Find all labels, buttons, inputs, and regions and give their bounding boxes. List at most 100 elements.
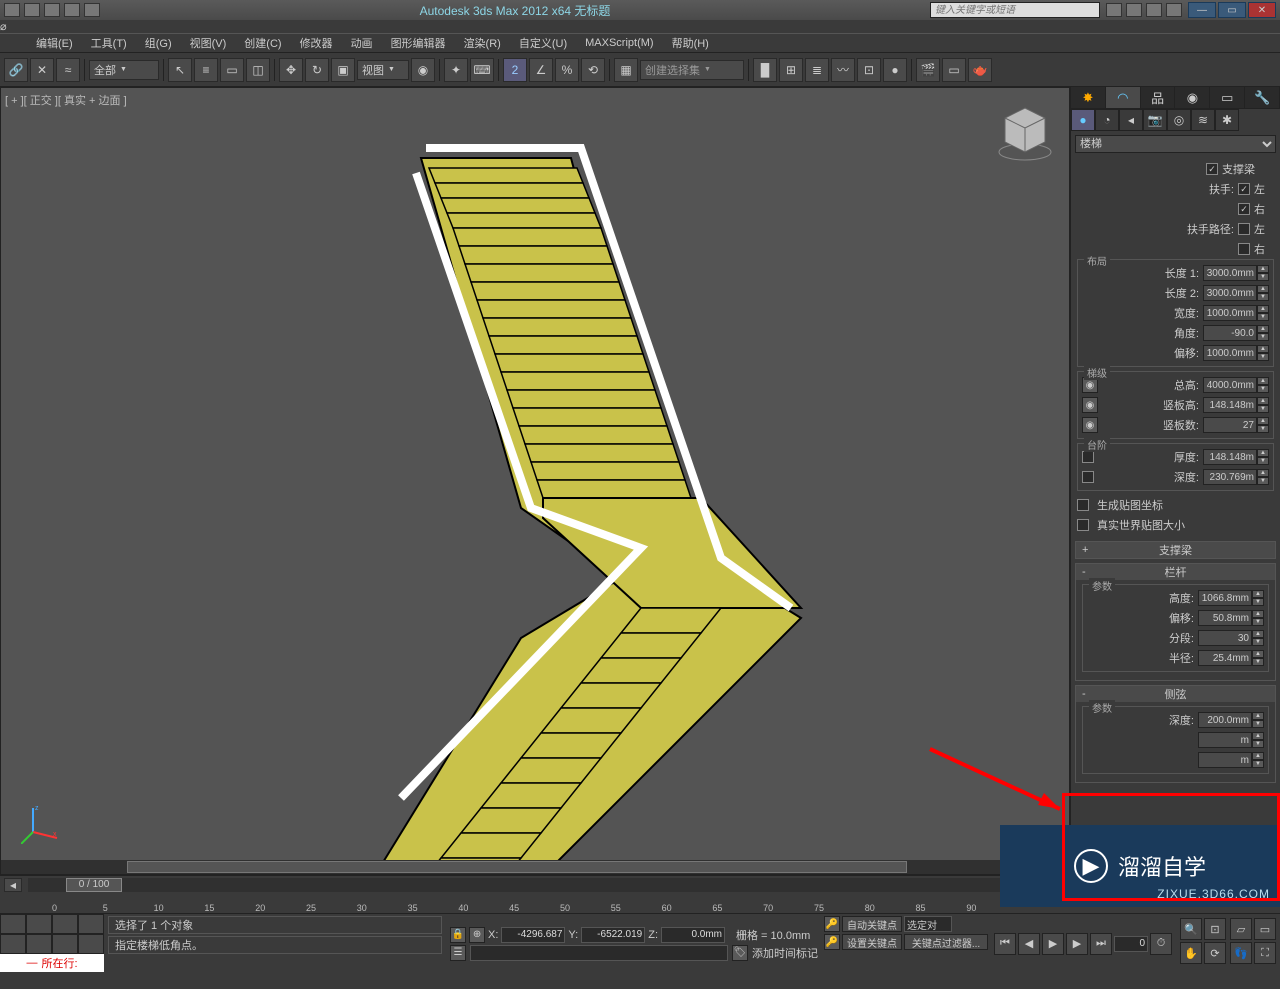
new-icon[interactable] (4, 3, 20, 17)
subtab-spacewarps-icon[interactable]: ≋ (1191, 109, 1215, 131)
time-tag-icon[interactable]: 🏷 (732, 945, 748, 961)
lock-count-icon[interactable]: ◉ (1082, 417, 1098, 433)
input-step-depth[interactable] (1203, 469, 1257, 485)
check-step-depth[interactable] (1082, 471, 1094, 483)
maximize-viewport-icon[interactable]: ⛶ (1254, 942, 1276, 964)
undo-icon[interactable] (64, 3, 80, 17)
status-btn-2[interactable] (26, 914, 52, 934)
menu-maxscript[interactable]: MAXScript(M) (585, 37, 653, 49)
render-setup-icon[interactable]: 🎬 (916, 58, 940, 82)
material-editor-icon[interactable]: ● (883, 58, 907, 82)
fov-icon[interactable]: ▱ (1230, 918, 1252, 940)
layers-icon[interactable]: ≣ (805, 58, 829, 82)
tab-utilities-icon[interactable]: 🔧 (1245, 87, 1280, 108)
pan-icon[interactable]: ✋ (1180, 942, 1202, 964)
input-total-height[interactable] (1203, 377, 1257, 393)
status-btn-7[interactable] (52, 934, 78, 954)
minimize-button[interactable]: — (1188, 2, 1216, 18)
key-lock-icon[interactable]: 🔑 (824, 916, 840, 932)
coord-x[interactable] (501, 927, 565, 943)
select-icon[interactable]: ↖ (168, 58, 192, 82)
redo-icon[interactable] (84, 3, 100, 17)
angle-snap-icon[interactable]: ∠ (529, 58, 553, 82)
check-railpath-left[interactable] (1238, 223, 1250, 235)
render-frame-icon[interactable]: ▭ (942, 58, 966, 82)
play-icon[interactable]: ▶ (1042, 933, 1064, 955)
unlink-icon[interactable]: ✕ (30, 58, 54, 82)
viewcube-icon[interactable] (995, 102, 1055, 162)
key-filters-button[interactable]: 关键点过滤器... (904, 934, 988, 950)
subtab-helpers-icon[interactable]: ◎ (1167, 109, 1191, 131)
status-btn-5[interactable] (0, 934, 26, 954)
spinner-down-icon[interactable]: ▼ (1257, 273, 1269, 281)
viewport[interactable]: [ + ][ 正交 ][ 真实 + 边面 ] (0, 87, 1070, 875)
tab-hierarchy-icon[interactable]: 品 (1141, 87, 1176, 108)
subtab-cameras-icon[interactable]: 📷 (1143, 109, 1167, 131)
check-handrail-left[interactable] (1238, 183, 1250, 195)
input-riser-count[interactable] (1203, 417, 1257, 433)
subtab-systems-icon[interactable]: ✱ (1215, 109, 1239, 131)
edit-selection-set-icon[interactable]: ▦ (614, 58, 638, 82)
align-icon[interactable]: ⊞ (779, 58, 803, 82)
save-icon[interactable] (44, 3, 60, 17)
menu-grapheditors[interactable]: 图形编辑器 (391, 35, 446, 51)
keyboard-shortcut-icon[interactable]: ⌨ (470, 58, 494, 82)
bind-icon[interactable]: ≈ (56, 58, 80, 82)
menu-modifiers[interactable]: 修改器 (300, 35, 333, 51)
spinner-up-icon[interactable]: ▲ (1257, 265, 1269, 273)
tab-display-icon[interactable]: ▭ (1210, 87, 1245, 108)
next-frame-icon[interactable]: ▶ (1066, 933, 1088, 955)
search-input[interactable] (930, 2, 1100, 18)
current-frame-input[interactable] (1114, 936, 1148, 952)
input-rail-height[interactable] (1198, 590, 1252, 606)
input-rail-segs[interactable] (1198, 630, 1252, 646)
scale-icon[interactable]: ▣ (331, 58, 355, 82)
curve-editor-icon[interactable]: 〰 (831, 58, 855, 82)
menu-views[interactable]: 视图(V) (190, 35, 227, 51)
goto-start-icon[interactable]: ⏮ (994, 933, 1016, 955)
walk-icon[interactable]: 👣 (1230, 942, 1252, 964)
orbit-icon[interactable]: ⟳ (1204, 942, 1226, 964)
close-button[interactable]: ✕ (1248, 2, 1276, 18)
status-btn-1[interactable] (0, 914, 26, 934)
goto-end-icon[interactable]: ⏭ (1090, 933, 1112, 955)
mirror-icon[interactable]: ▐▌ (753, 58, 777, 82)
menu-rendering[interactable]: 渲染(R) (464, 35, 501, 51)
link-icon[interactable]: 🔗 (4, 58, 28, 82)
lock-riser-icon[interactable]: ◉ (1082, 397, 1098, 413)
app-menu-icon[interactable]: ⌀ (0, 20, 1280, 33)
open-icon[interactable] (24, 3, 40, 17)
schematic-view-icon[interactable]: ⊡ (857, 58, 881, 82)
add-time-tag[interactable]: 添加时间标记 (752, 945, 818, 961)
status-btn-4[interactable] (78, 914, 104, 934)
prev-frame-icon[interactable]: ◀ (1018, 933, 1040, 955)
render-icon[interactable]: 🫖 (968, 58, 992, 82)
snap-2d-icon[interactable]: 2 (503, 58, 527, 82)
check-railpath-right[interactable] (1238, 243, 1250, 255)
select-name-icon[interactable]: ≡ (194, 58, 218, 82)
check-step-thick[interactable] (1082, 451, 1094, 463)
viewport-scrollbar-h[interactable] (1, 860, 1069, 874)
menu-group[interactable]: 组(G) (145, 35, 172, 51)
set-key-icon[interactable]: 🔑 (824, 934, 840, 950)
listener-icon[interactable]: ☰ (450, 945, 466, 961)
check-support[interactable] (1206, 163, 1218, 175)
input-rail-offset[interactable] (1198, 610, 1252, 626)
coords-mode-icon[interactable]: ⊕ (469, 927, 485, 943)
check-real-uv[interactable] (1077, 519, 1089, 531)
coord-z[interactable] (661, 927, 725, 943)
input-length2[interactable] (1203, 285, 1257, 301)
menu-edit[interactable]: 编辑(E) (36, 35, 73, 51)
input-offset[interactable] (1203, 345, 1257, 361)
tab-modify-icon[interactable]: ◠ (1106, 87, 1141, 108)
lock-coords-icon[interactable]: 🔒 (450, 927, 466, 943)
rotate-icon[interactable]: ↻ (305, 58, 329, 82)
coord-y[interactable] (581, 927, 645, 943)
zoom-region-icon[interactable]: ▭ (1254, 918, 1276, 940)
pivot-icon[interactable]: ◉ (411, 58, 435, 82)
auto-key-button[interactable]: 自动关键点 (842, 916, 902, 932)
subtab-geometry-icon[interactable]: ● (1071, 109, 1095, 131)
selection-filter-dropdown[interactable]: 全部 (89, 60, 159, 80)
manipulate-icon[interactable]: ✦ (444, 58, 468, 82)
move-icon[interactable]: ✥ (279, 58, 303, 82)
